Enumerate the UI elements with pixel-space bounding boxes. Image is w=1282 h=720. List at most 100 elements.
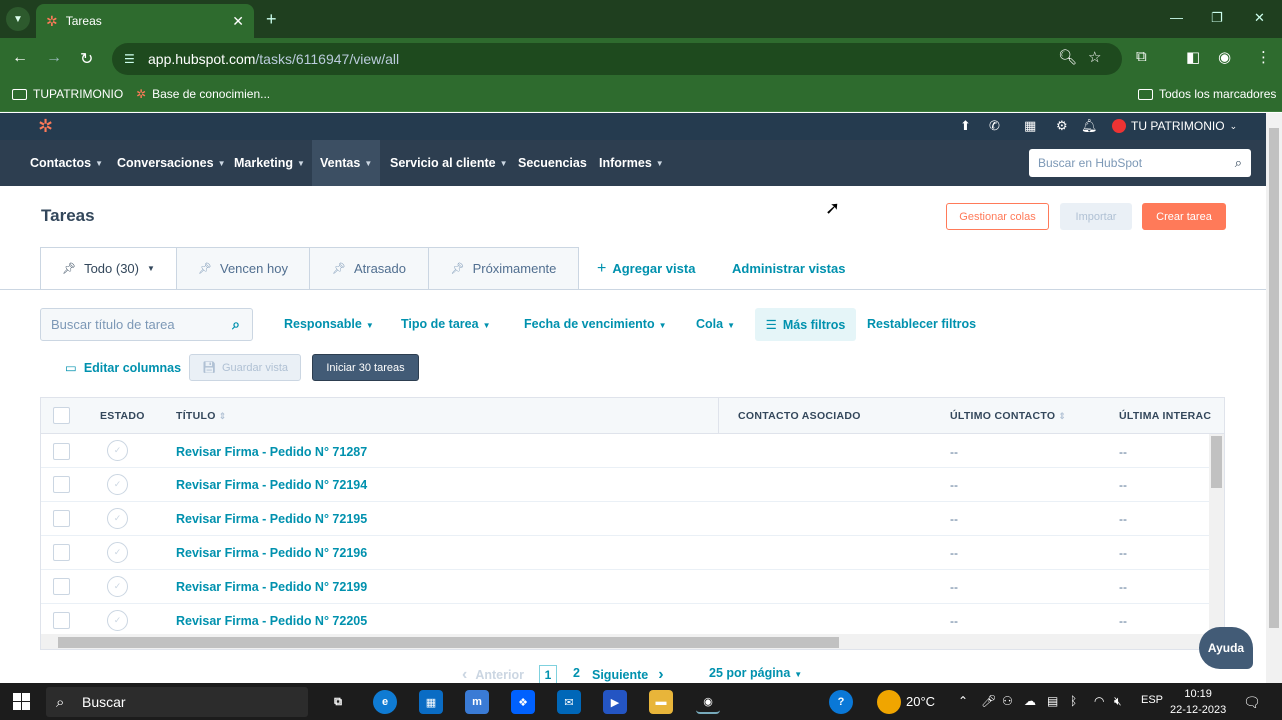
scrollbar-thumb[interactable] (1269, 128, 1279, 628)
complete-task-icon[interactable]: ✓ (107, 542, 128, 563)
page-1-button[interactable]: 1 (539, 665, 557, 685)
nav-informes[interactable]: Informes ▼ (591, 140, 672, 186)
tray-app-icon[interactable]: ▤ (1047, 694, 1058, 708)
help-button[interactable]: Ayuda (1199, 627, 1253, 669)
profile-avatar-icon[interactable]: ◉ (1218, 48, 1231, 66)
column-header-contacto-asociado[interactable]: CONTACTO ASOCIADO (738, 410, 861, 422)
task-title-link[interactable]: Revisar Firma - Pedido N° 72205 (176, 614, 367, 628)
tab-proximamente[interactable]: 📌︎ Próximamente (428, 247, 579, 290)
search-icon[interactable]: ⌕ (232, 316, 240, 333)
microphone-icon[interactable]: 🎤︎ (981, 694, 996, 708)
column-header-ultima-interaccion[interactable]: ÚLTIMA INTERAC (1119, 410, 1211, 422)
nav-ventas[interactable]: Ventas ▼ (312, 140, 381, 186)
show-hidden-icons-icon[interactable]: ⌃ (958, 694, 968, 708)
select-all-checkbox[interactable] (53, 407, 70, 424)
tab-search-button[interactable]: ▼ (6, 7, 30, 31)
back-icon[interactable]: ← (12, 49, 28, 67)
task-title-search-input[interactable]: Buscar título de tarea ⌕ (40, 308, 253, 341)
account-menu[interactable]: TU PATRIMONIO ⌄ (1112, 119, 1237, 133)
forward-icon[interactable]: → (46, 49, 62, 67)
chrome-icon[interactable]: ◉ (696, 690, 720, 714)
mail-icon[interactable]: ✉ (557, 690, 581, 714)
filter-cola[interactable]: Cola ▼ (696, 317, 735, 331)
close-window-icon[interactable]: ✕ (1254, 10, 1265, 26)
bluetooth-icon[interactable]: ᛒ (1070, 694, 1077, 708)
browser-tab-tareas[interactable]: ✲ Tareas ✕ (36, 4, 254, 38)
marketplace-icon[interactable]: ▦ (1024, 118, 1036, 134)
close-tab-icon[interactable]: ✕ (232, 13, 244, 30)
bookmark-knowledge-base[interactable]: ✲ Base de conocimien... (136, 87, 270, 101)
zoom-search-icon[interactable]: 🔍︎ (1058, 48, 1077, 66)
task-view-icon[interactable]: ⧉ (326, 690, 350, 714)
next-page-button[interactable]: Siguiente › (592, 666, 664, 684)
tab-todo[interactable]: 📌︎ Todo (30) ▼ (40, 247, 177, 290)
settings-gear-icon[interactable]: ⚙ (1056, 118, 1068, 134)
save-view-button[interactable]: 💾︎ Guardar vista (189, 354, 301, 381)
column-divider[interactable] (718, 398, 719, 434)
hubspot-search-input[interactable]: Buscar en HubSpot ⌕ (1029, 149, 1251, 177)
nav-secuencias[interactable]: Secuencias (510, 140, 595, 186)
task-title-link[interactable]: Revisar Firma - Pedido N° 72199 (176, 580, 367, 594)
reload-icon[interactable]: ↻ (80, 49, 93, 69)
browser-menu-icon[interactable]: ⋮ (1256, 48, 1271, 66)
notifications-icon[interactable]: 🗨︎ (1243, 694, 1261, 711)
site-info-icon[interactable]: ☰ (124, 52, 135, 66)
nav-servicio-al-cliente[interactable]: Servicio al cliente ▼ (382, 140, 516, 186)
table-horizontal-scrollbar[interactable] (41, 634, 1209, 649)
complete-task-icon[interactable]: ✓ (107, 474, 128, 495)
sort-icon[interactable]: ⇕ (1058, 411, 1066, 421)
calling-icon[interactable]: ✆ (989, 118, 1000, 134)
sort-icon[interactable]: ⇕ (219, 411, 227, 421)
per-page-select[interactable]: 25 por página ▼ (709, 666, 802, 680)
help-icon[interactable]: ? (829, 690, 853, 714)
app-icon[interactable]: ▶ (603, 690, 627, 714)
row-checkbox[interactable] (53, 443, 70, 460)
nav-contactos[interactable]: Contactos ▼ (22, 140, 111, 186)
volume-muted-icon[interactable]: 🔇︎ (1114, 694, 1122, 709)
hubspot-logo-icon[interactable]: ✲ (38, 116, 53, 137)
language-indicator[interactable]: ESP (1141, 694, 1163, 706)
filter-fecha-de-vencimiento[interactable]: Fecha de vencimiento ▼ (524, 317, 667, 331)
table-vertical-scrollbar[interactable] (1209, 434, 1224, 649)
manage-views-link[interactable]: Administrar vistas (732, 261, 845, 276)
task-title-link[interactable]: Revisar Firma - Pedido N° 71287 (176, 445, 367, 459)
scrollbar-thumb[interactable] (1211, 436, 1222, 488)
task-title-link[interactable]: Revisar Firma - Pedido N° 72196 (176, 546, 367, 560)
column-header-estado[interactable]: ESTADO (100, 410, 145, 422)
notifications-bell-icon[interactable]: 🔔︎ (1081, 118, 1098, 134)
column-header-ultimo-contacto[interactable]: ÚLTIMO CONTACTO ⇕ (950, 410, 1066, 422)
tray-app-icon[interactable]: ⚇ (1002, 694, 1013, 708)
nav-conversaciones[interactable]: Conversaciones ▼ (109, 140, 234, 186)
page-2-button[interactable]: 2 (573, 666, 580, 680)
taskbar-clock[interactable]: 10:19 22-12-2023 (1170, 686, 1226, 718)
create-task-button[interactable]: Crear tarea (1142, 203, 1226, 230)
complete-task-icon[interactable]: ✓ (107, 576, 128, 597)
upgrade-icon[interactable]: ⬆ (960, 118, 971, 134)
column-header-titulo[interactable]: TÍTULO ⇕ (176, 410, 227, 422)
complete-task-icon[interactable]: ✓ (107, 508, 128, 529)
new-tab-icon[interactable]: + (266, 9, 277, 30)
tab-vencen-hoy[interactable]: 📌︎ Vencen hoy (176, 247, 310, 290)
reset-filters-link[interactable]: Restablecer filtros (867, 317, 976, 331)
manage-queues-button[interactable]: Gestionar colas (946, 203, 1049, 230)
side-panel-icon[interactable]: ◧ (1186, 48, 1200, 66)
filter-responsable[interactable]: Responsable ▼ (284, 317, 374, 331)
address-bar[interactable]: ☰ app.hubspot.com/tasks/6116947/view/all (112, 43, 1122, 75)
windows-start-icon[interactable] (13, 693, 30, 710)
minimize-icon[interactable]: — (1170, 10, 1183, 25)
app-icon[interactable]: m (465, 690, 489, 714)
restore-icon[interactable]: ❐ (1211, 10, 1223, 26)
extensions-icon[interactable]: ⧉ (1136, 48, 1147, 65)
row-checkbox[interactable] (53, 510, 70, 527)
nav-marketing[interactable]: Marketing ▼ (226, 140, 313, 186)
scrollbar-thumb[interactable] (58, 637, 839, 648)
cloud-icon[interactable]: ☁ (1024, 694, 1036, 708)
all-bookmarks[interactable]: Todos los marcadores (1138, 87, 1276, 101)
wifi-icon[interactable]: ◠ (1094, 694, 1104, 708)
complete-task-icon[interactable]: ✓ (107, 610, 128, 631)
bookmark-star-icon[interactable]: ☆ (1088, 48, 1101, 66)
page-vertical-scrollbar[interactable] (1266, 113, 1282, 683)
import-button[interactable]: Importar (1060, 203, 1132, 230)
weather-icon[interactable] (877, 690, 901, 714)
file-explorer-icon[interactable]: ▬ (649, 690, 673, 714)
